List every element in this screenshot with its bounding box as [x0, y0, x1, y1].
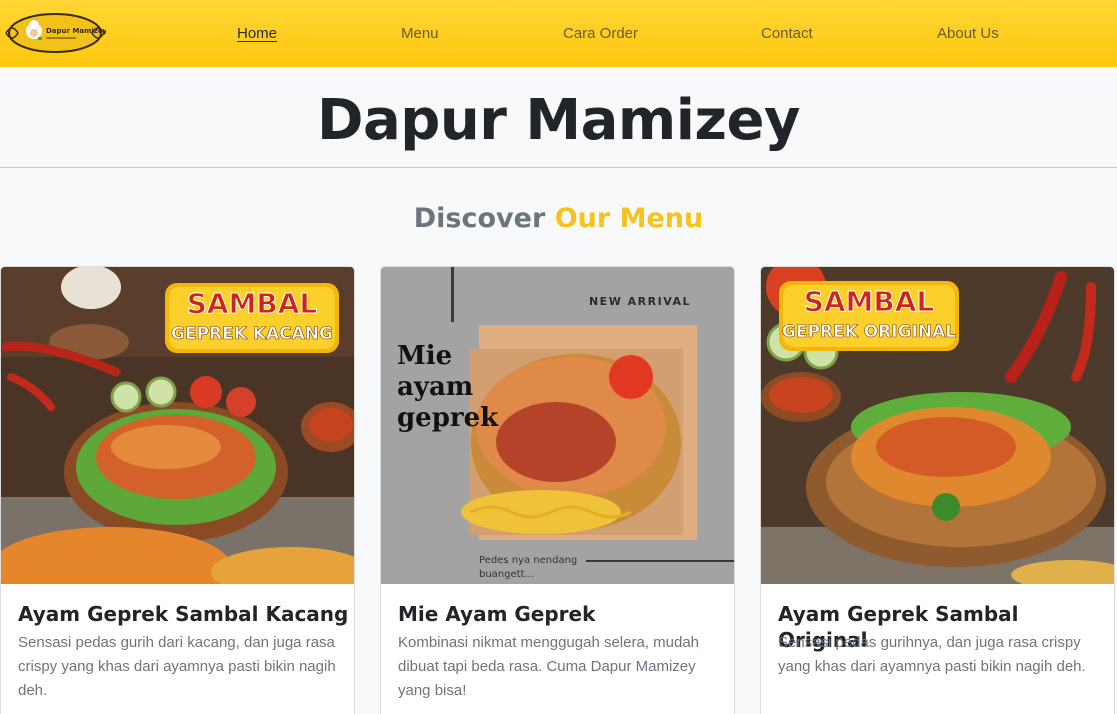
svg-text:geprek: geprek [397, 403, 499, 433]
menu-image-sambal-original: SAMBAL GEPREK ORIGINAL [761, 267, 1114, 584]
menu-title: Ayam Geprek Sambal Kacang [18, 602, 349, 626]
section-heading-part2: Our Menu [554, 203, 704, 234]
svg-text:Mie: Mie [397, 341, 452, 371]
banner-line2: GEPREK KACANG [171, 324, 333, 344]
image-tag: NEW ARRIVAL [589, 295, 691, 308]
svg-text:ayam: ayam [397, 372, 473, 402]
nav-about-us[interactable]: About Us [937, 24, 999, 44]
logo-text: Dapur Mamizey [46, 27, 106, 35]
section-heading-part1: Discover [413, 203, 546, 234]
banner-line1: SAMBAL [804, 285, 935, 318]
menu-image-sambal-kacang: SAMBAL GEPREK KACANG [1, 267, 354, 584]
page-title: Dapur Mamizey [317, 88, 800, 153]
section-heading: Discover Our Menu [0, 201, 1117, 237]
menu-image-mie-ayam-geprek: NEW ARRIVAL Mie ayam geprek Pedes nya ne… [381, 267, 734, 584]
menu-card-mie-ayam-geprek[interactable]: NEW ARRIVAL Mie ayam geprek Pedes nya ne… [380, 266, 735, 714]
menu-description: Sensasi pedas gurihnya, dan juga rasa cr… [778, 634, 1086, 675]
brand-logo[interactable]: Dapur Mamizey [4, 12, 108, 54]
banner-line1: SAMBAL [187, 287, 318, 320]
menu-description: Sensasi pedas gurih dari kacang, dan jug… [18, 634, 336, 699]
banner-line2: GEPREK ORIGINAL [782, 322, 956, 342]
nav-cara-order[interactable]: Cara Order [563, 24, 638, 44]
svg-text:Pedes nya nendang: Pedes nya nendang [479, 555, 577, 566]
nav-home[interactable]: Home [237, 24, 277, 44]
menu-card-ayam-geprek-sambal-kacang[interactable]: SAMBAL GEPREK KACANG Ayam Geprek Sambal … [0, 266, 355, 714]
hero-divider [0, 167, 1117, 168]
menu-card-ayam-geprek-sambal-original[interactable]: SAMBAL GEPREK ORIGINAL Ayam Geprek Samba… [760, 266, 1115, 714]
navbar: Dapur Mamizey Home Menu Cara Order Conta… [0, 0, 1117, 67]
menu-description: Kombinasi nikmat menggugah selera, mudah… [398, 634, 700, 699]
menu-title: Mie Ayam Geprek [398, 602, 596, 626]
svg-text:buangett...: buangett... [479, 569, 534, 580]
nav-menu[interactable]: Menu [401, 24, 439, 44]
nav-contact[interactable]: Contact [761, 24, 813, 44]
